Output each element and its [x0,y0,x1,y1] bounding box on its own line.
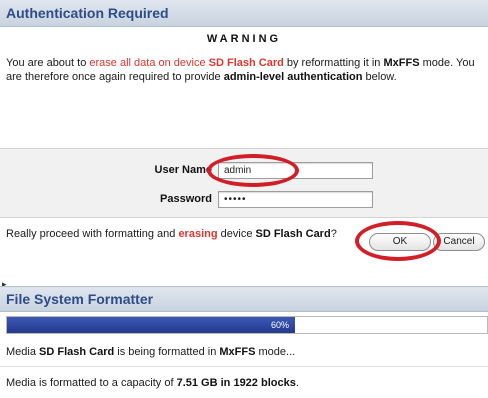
divider [0,366,488,367]
format-progress-bar: 60% [6,316,488,334]
erase-warning-text: erase all data on device [89,57,206,69]
password-input[interactable]: ••••• [218,191,373,208]
page: Authentication Required WARNING You are … [0,0,488,398]
credentials-panel: User Name admin Password ••••• [0,148,488,218]
filesystem-name: MxFFS [219,346,256,358]
user-name-input[interactable]: admin [218,162,373,179]
ok-button[interactable]: OK [369,233,431,251]
warning-message: You are about to erase all data on devic… [6,57,475,83]
warning-heading: WARNING [206,33,282,45]
password-label: Password [160,193,212,205]
device-name: SD Flash Card [39,346,115,358]
user-name-label: User Name [154,164,212,176]
capacity-value: 7.51 GB in 1922 blocks [176,377,296,389]
filesystem-name: MxFFS [383,57,420,69]
formatter-title: File System Formatter [6,291,154,307]
auth-dialog-title: Authentication Required [6,5,169,21]
formatter-header: File System Formatter [0,286,488,312]
device-name: SD Flash Card [208,57,284,69]
progress-label: 60% [270,320,289,330]
capacity-status-line: Media is formatted to a capacity of 7.51… [6,377,299,389]
format-status-line: Media SD Flash Card is being formatted i… [6,346,296,358]
device-name: SD Flash Card [255,228,331,240]
cancel-button[interactable]: Cancel [433,233,485,251]
auth-level-text: admin-level authentication [223,71,363,83]
erasing-text: erasing [178,228,218,240]
proceed-question: Really proceed with formatting and erasi… [6,228,337,240]
auth-dialog-header: Authentication Required [0,0,488,27]
